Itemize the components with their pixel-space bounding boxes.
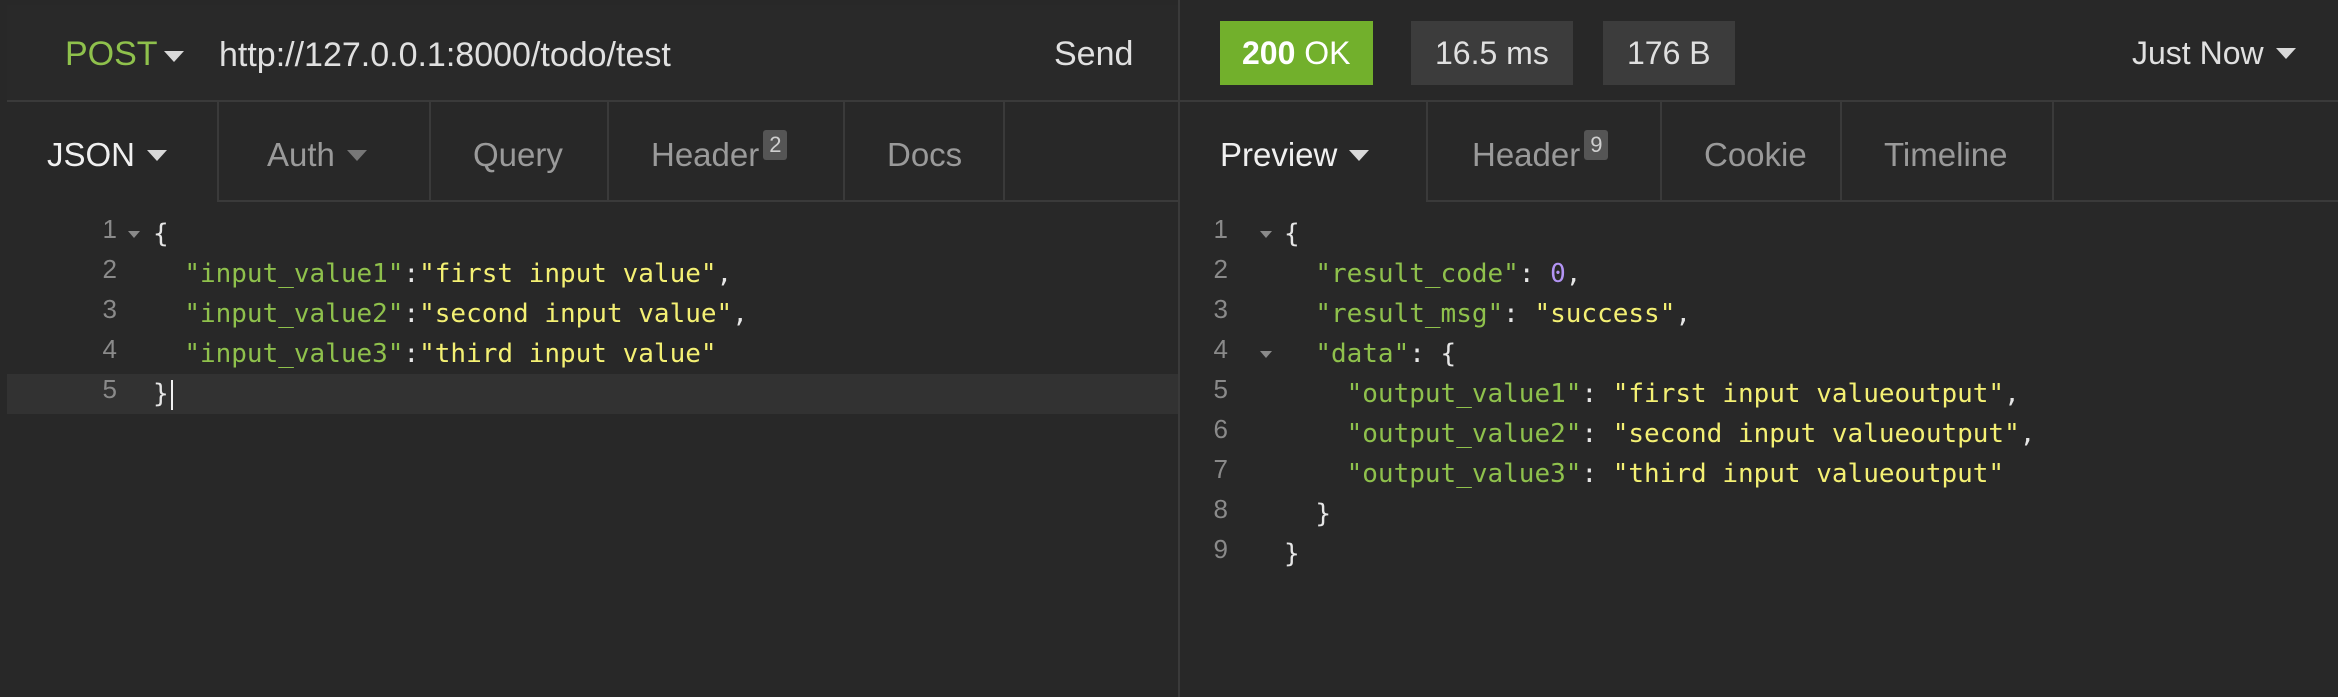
tab-divider <box>2052 102 2054 202</box>
tab-response-header-label: Header <box>1472 136 1581 173</box>
line-number: 4 <box>1213 334 1228 364</box>
code-line: { <box>153 219 169 249</box>
tab-cookie-label: Cookie <box>1704 136 1807 173</box>
code-line: "result_msg": "success", <box>1315 299 1692 329</box>
request-tabs: JSON Auth Query Header 2 Docs <box>7 102 1178 202</box>
json-string: "second input value" <box>419 299 733 329</box>
code-line: "output_value2": "second input valueoutp… <box>1346 419 2036 449</box>
history-dropdown[interactable]: Just Now <box>2132 35 2296 72</box>
tab-json[interactable]: JSON <box>7 102 217 202</box>
json-string: "second input valueoutput" <box>1612 419 2020 449</box>
status-badge: 200 OK <box>1220 21 1373 85</box>
response-tabs: Preview Header 9 Cookie Timeline <box>1180 102 2338 202</box>
request-pane: POST Send JSON Auth Query Header2 Docs 1… <box>0 0 1178 697</box>
line-number: 2 <box>102 254 117 284</box>
header-count-badge: 9 <box>1584 130 1609 160</box>
line-number: 3 <box>102 294 117 324</box>
line-number: 2 <box>1213 254 1228 284</box>
chevron-down-icon <box>147 149 168 161</box>
tab-preview[interactable]: Preview <box>1180 102 1426 202</box>
chevron-down-icon <box>1349 149 1370 161</box>
response-size-badge: 176 B <box>1603 21 1735 85</box>
chevron-down-icon <box>346 149 367 161</box>
status-text: OK <box>1304 35 1351 71</box>
json-string: "third input value" <box>419 339 717 369</box>
line-number: 4 <box>102 334 117 364</box>
tab-header[interactable]: Header 2 <box>609 102 843 202</box>
line-number: 1 <box>102 214 117 244</box>
line-number: 5 <box>1213 374 1228 404</box>
tab-divider <box>1003 102 1005 202</box>
line-number: 7 <box>1213 454 1228 484</box>
code-line: } <box>1315 499 1331 529</box>
line-number: 9 <box>1213 534 1228 564</box>
response-body-viewer[interactable]: 1 2 3 4 5 6 7 8 9 { "result_code": 0, "r… <box>1180 214 2338 574</box>
code-line: } <box>153 374 173 414</box>
tab-query[interactable]: Query <box>431 102 607 202</box>
json-key: "input_value2" <box>184 299 404 329</box>
json-key: "input_value1" <box>184 259 404 289</box>
json-key: "result_msg" <box>1315 299 1504 329</box>
tab-timeline-label: Timeline <box>1884 136 2008 173</box>
line-number: 6 <box>1213 414 1228 444</box>
tab-cookie[interactable]: Cookie <box>1662 102 1840 202</box>
json-string: "first input valueoutput" <box>1612 379 2005 409</box>
response-pane: 200 OK 16.5 ms 176 B Just Now Preview He… <box>1178 0 2338 697</box>
json-string: "third input valueoutput" <box>1612 459 2005 489</box>
chevron-down-icon[interactable] <box>164 51 184 62</box>
status-code: 200 <box>1242 35 1296 71</box>
json-string: "first input value" <box>419 259 717 289</box>
method-dropdown[interactable]: POST <box>65 35 158 74</box>
code-line: } <box>1284 539 1300 569</box>
json-key: "data" <box>1315 339 1410 369</box>
code-line: "data": { <box>1315 339 1457 369</box>
json-string: "success" <box>1534 299 1676 329</box>
response-time-badge: 16.5 ms <box>1411 21 1573 85</box>
send-button[interactable]: Send <box>1054 35 1133 74</box>
url-bar: POST Send <box>7 5 1178 102</box>
json-key: "result_code" <box>1315 259 1519 289</box>
json-key: "output_value1" <box>1346 379 1582 409</box>
line-number: 5 <box>102 374 117 404</box>
line-number: 8 <box>1213 494 1228 524</box>
code-line: "input_value3":"third input value" <box>184 339 717 369</box>
json-number: 0 <box>1550 259 1566 289</box>
tab-timeline[interactable]: Timeline <box>1842 102 2052 202</box>
fold-arrow-icon[interactable] <box>1260 231 1272 238</box>
text-cursor <box>170 379 173 410</box>
tab-json-label: JSON <box>47 136 136 173</box>
line-number: 3 <box>1213 294 1228 324</box>
json-key: "output_value2" <box>1346 419 1582 449</box>
header-count-badge: 2 <box>763 130 788 160</box>
json-key: "input_value3" <box>184 339 404 369</box>
tab-query-label: Query <box>473 136 563 173</box>
tab-docs-label: Docs <box>887 136 963 173</box>
json-key: "output_value3" <box>1346 459 1582 489</box>
code-line: "result_code": 0, <box>1315 259 1582 289</box>
history-label: Just Now <box>2132 35 2264 71</box>
tab-auth[interactable]: Auth <box>219 102 429 202</box>
code-line: "output_value1": "first input valueoutpu… <box>1346 379 2020 409</box>
fold-arrow-icon[interactable] <box>1260 351 1272 358</box>
code-line: "input_value1":"first input value", <box>184 259 733 289</box>
line-number: 1 <box>1213 214 1228 244</box>
code-line: { <box>1284 219 1300 249</box>
tab-preview-label: Preview <box>1220 136 1338 173</box>
chevron-down-icon <box>2275 48 2296 60</box>
url-input[interactable] <box>219 33 1019 77</box>
response-status-bar: 200 OK 16.5 ms 176 B Just Now <box>1180 5 2338 102</box>
fold-arrow-icon[interactable] <box>128 231 140 238</box>
tab-auth-label: Auth <box>267 136 335 173</box>
tab-header-label: Header <box>651 136 760 173</box>
tab-response-header[interactable]: Header 9 <box>1428 102 1660 202</box>
tab-docs[interactable]: Docs <box>845 102 1003 202</box>
code-line: "output_value3": "third input valueoutpu… <box>1346 459 2005 489</box>
code-line: "input_value2":"second input value", <box>184 299 748 329</box>
request-body-editor[interactable]: 1 2 3 4 5 { "input_value1":"first input … <box>0 214 1178 414</box>
